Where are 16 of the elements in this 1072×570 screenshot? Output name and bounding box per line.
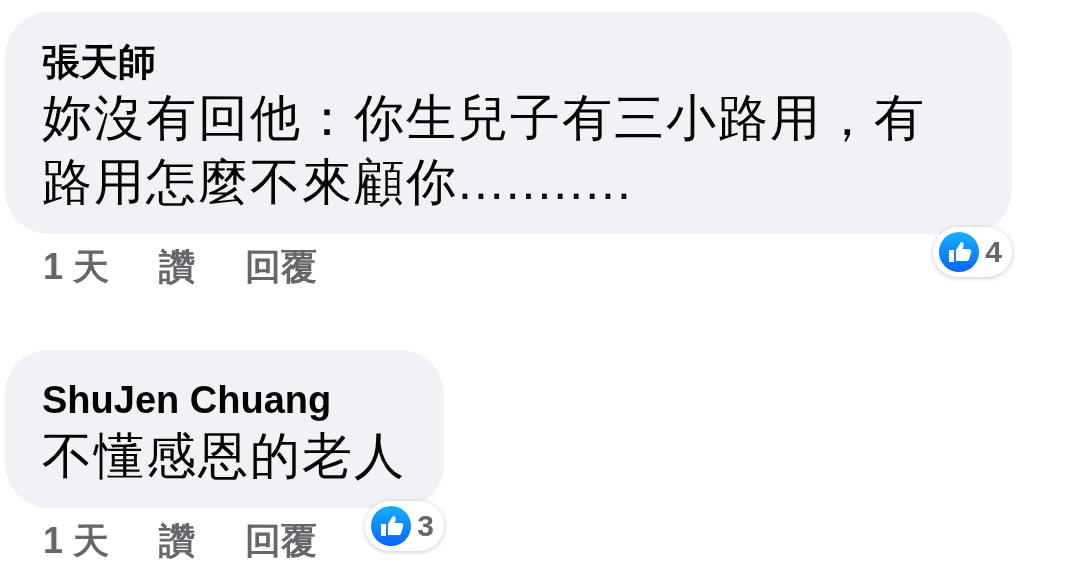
- comment-author[interactable]: ShuJen Chuang: [42, 376, 406, 424]
- reaction-badge[interactable]: 4: [933, 227, 1012, 277]
- comment-time[interactable]: 1 天: [43, 516, 110, 566]
- like-link[interactable]: 讚: [159, 516, 196, 566]
- reaction-count: 3: [417, 509, 434, 543]
- like-icon: [371, 506, 412, 546]
- reply-link[interactable]: 回覆: [245, 516, 318, 566]
- reply-link[interactable]: 回覆: [245, 242, 318, 292]
- reaction-count: 4: [985, 235, 1002, 269]
- comment-text: 不懂感恩的老人: [42, 427, 406, 486]
- comment-text: 妳沒有回他：你生兒子有三小路用，有路用怎麼不來顧你...........: [42, 89, 927, 212]
- reaction-badge[interactable]: 3: [365, 501, 444, 551]
- comment-author[interactable]: 張天師: [42, 38, 974, 86]
- like-link[interactable]: 讚: [159, 242, 196, 292]
- like-icon: [939, 232, 980, 272]
- comment-time[interactable]: 1 天: [43, 242, 110, 292]
